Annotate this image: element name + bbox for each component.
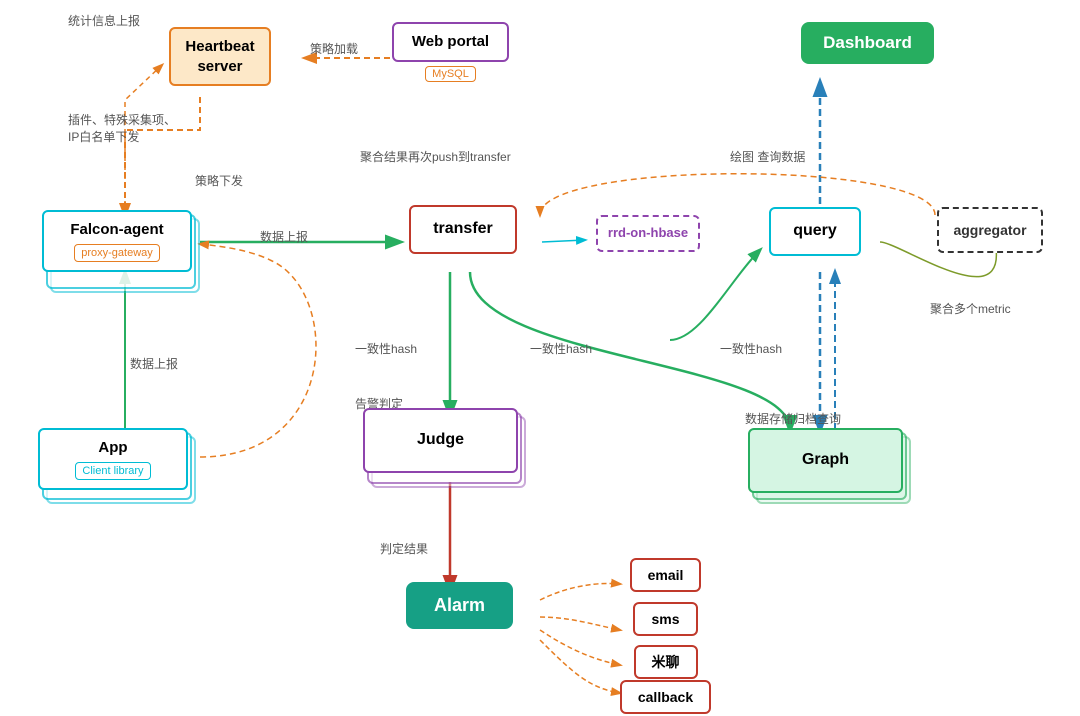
label-stat-report: 统计信息上报: [68, 12, 140, 29]
label-plugin-etc: 插件、特殊采集项、IP白名单下发: [68, 112, 176, 146]
falcon-agent-stack: Falcon-agent proxy-gateway: [42, 210, 192, 272]
app-label: App: [98, 438, 127, 458]
alarm-box: Alarm: [406, 582, 513, 629]
rrd-box: rrd-on-hbase: [596, 215, 700, 252]
label-data-report1: 数据上报: [260, 228, 308, 245]
rrd-node: rrd-on-hbase: [578, 215, 718, 252]
app-stack: App Client library: [38, 428, 188, 490]
dashboard-node: Dashboard: [790, 22, 945, 64]
callback-node: callback: [618, 680, 713, 714]
aggregator-box: aggregator: [937, 207, 1042, 253]
heartbeat-server-node: Heartbeatserver: [145, 27, 295, 86]
label-data-report2: 数据上报: [130, 355, 178, 372]
webportal-sublabel: MySQL: [425, 66, 476, 82]
falcon-agent-label: Falcon-agent: [70, 220, 163, 240]
label-strategy-push: 策略下发: [195, 172, 243, 189]
label-consistent-hash2: 一致性hash: [530, 340, 592, 357]
query-box: query: [769, 207, 861, 256]
falcon-proxy-label: proxy-gateway: [74, 244, 160, 262]
label-judge-result: 判定结果: [380, 540, 428, 557]
diagram: 统计信息上报 策略加载 插件、特殊采集项、IP白名单下发 策略下发 数据上报 数…: [0, 0, 1080, 716]
email-box: email: [630, 558, 702, 592]
sms-box: sms: [633, 602, 697, 636]
judge-stack: Judge: [363, 408, 518, 473]
app-client-label: Client library: [75, 462, 150, 480]
label-consistent-hash3: 一致性hash: [720, 340, 782, 357]
dashboard-box: Dashboard: [801, 22, 934, 64]
sms-node: sms: [618, 602, 713, 636]
judge-label: Judge: [417, 430, 464, 451]
miliao-node: 米聊: [618, 645, 713, 679]
alarm-node: Alarm: [382, 582, 537, 629]
label-consistent-hash1: 一致性hash: [355, 340, 417, 357]
label-data-store: 数据存储归档查询: [745, 410, 841, 427]
transfer-box: transfer: [409, 205, 517, 254]
webportal-node: Web portal MySQL: [378, 22, 523, 82]
label-strategy-load: 策略加载: [310, 40, 358, 57]
email-node: email: [618, 558, 713, 592]
heartbeat-server-box: Heartbeatserver: [169, 27, 270, 86]
judge-box: Judge: [363, 408, 518, 473]
webportal-box: Web portal: [392, 22, 509, 62]
transfer-node: transfer: [388, 205, 538, 254]
aggregator-node: aggregator: [920, 207, 1060, 253]
app-box: App Client library: [38, 428, 188, 490]
label-agg-push: 聚合结果再次push到transfer: [360, 148, 511, 165]
label-agg-metric: 聚合多个metric: [930, 300, 1011, 317]
graph-label: Graph: [802, 450, 849, 471]
query-node: query: [750, 207, 880, 256]
miliao-box: 米聊: [634, 645, 698, 679]
label-draw-query: 绘图 查询数据: [730, 148, 805, 165]
callback-box: callback: [620, 680, 711, 714]
graph-stack: Graph: [748, 428, 903, 493]
graph-box: Graph: [748, 428, 903, 493]
falcon-agent-box: Falcon-agent proxy-gateway: [42, 210, 192, 272]
